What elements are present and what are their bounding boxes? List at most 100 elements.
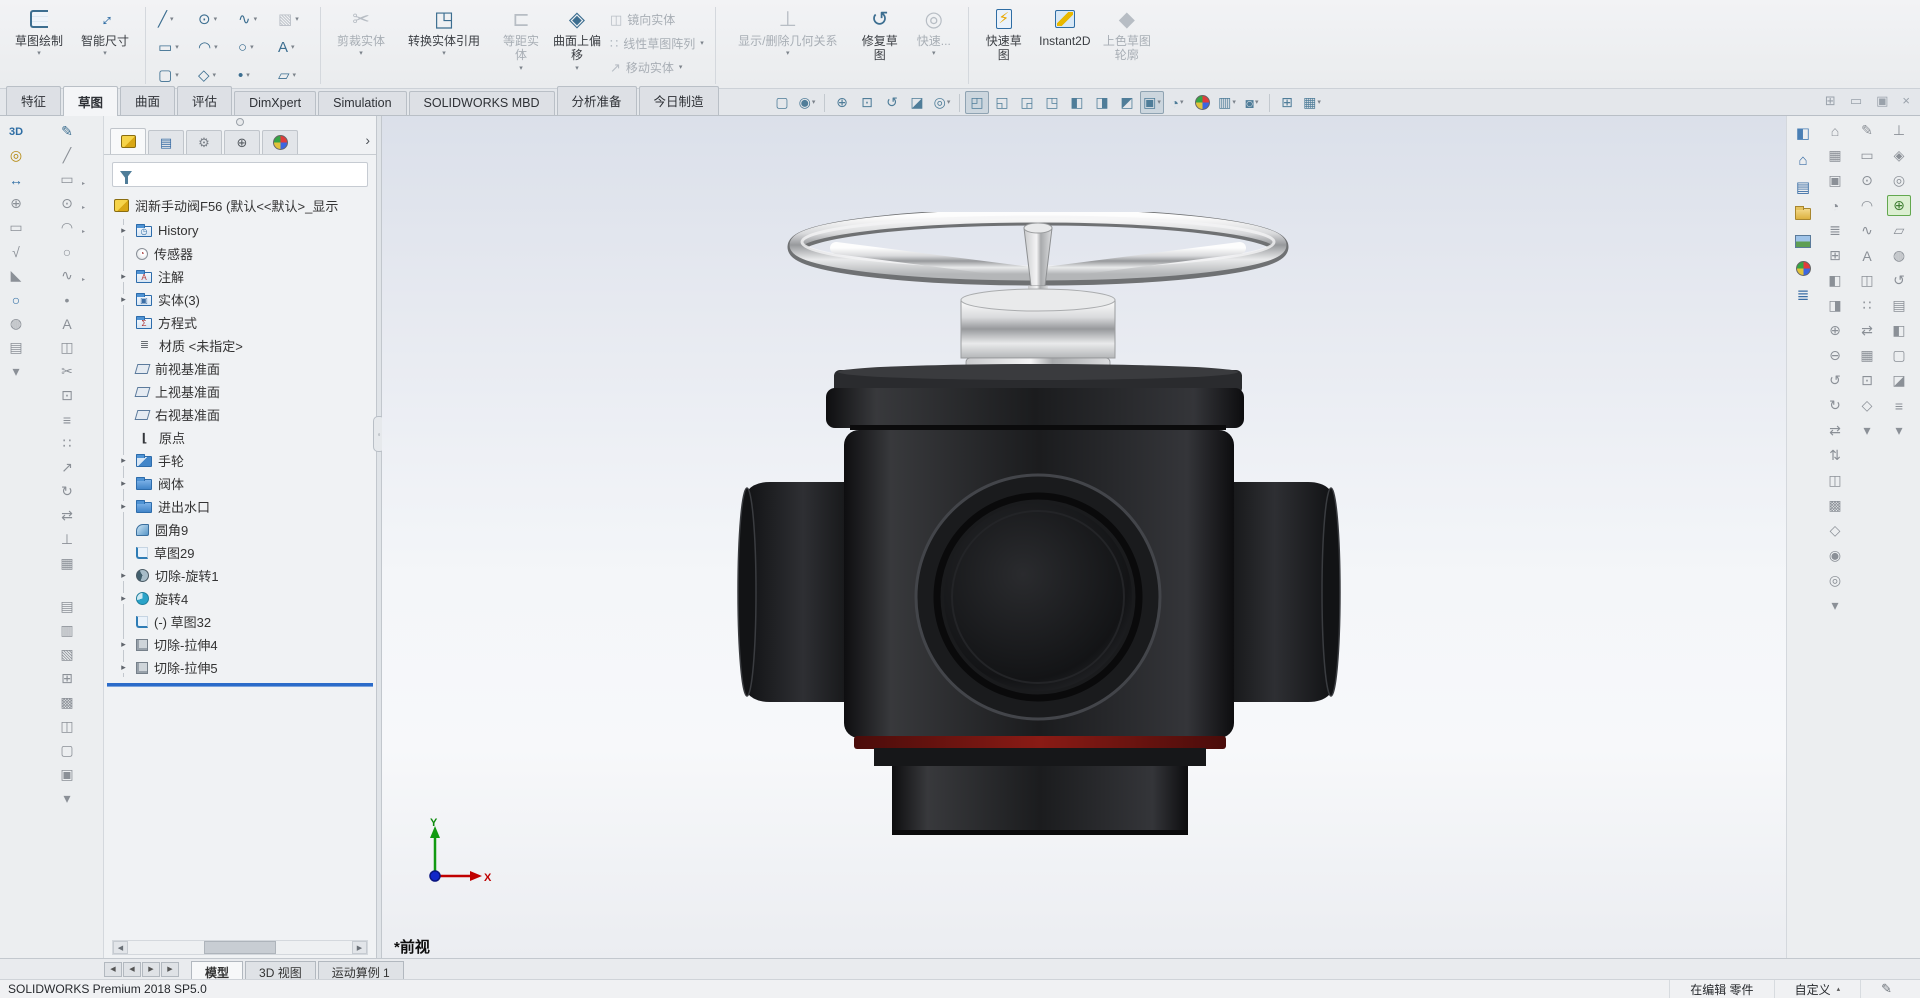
bom-table-icon[interactable]: ⊞ bbox=[55, 668, 79, 689]
more-colB-icon[interactable]: ▾ bbox=[1855, 420, 1879, 441]
featuremanager-tab[interactable] bbox=[110, 128, 146, 154]
scroll-thumb[interactable] bbox=[204, 941, 276, 954]
left-half-icon[interactable]: ◧ bbox=[1823, 270, 1847, 291]
next-sheet-icon[interactable]: ▶ bbox=[142, 962, 160, 977]
plane-filter-icon[interactable]: ▱ bbox=[1887, 220, 1911, 241]
mirror-entities-button[interactable]: ◫镜向实体 bbox=[610, 11, 704, 28]
pattern-icon[interactable]: ∷ bbox=[55, 433, 79, 454]
corner-icon[interactable]: ◪ bbox=[1887, 370, 1911, 391]
tree-item-revolve4[interactable]: ▸旋转4 bbox=[116, 587, 376, 610]
target-icon[interactable]: ◉ bbox=[1823, 545, 1847, 566]
home-resources-icon[interactable]: ⌂ bbox=[1792, 150, 1814, 170]
visibility-eye-icon[interactable]: ◉▾ bbox=[795, 91, 819, 114]
size-dimension-icon[interactable]: ↔ bbox=[4, 169, 28, 190]
back-view-icon[interactable]: ◲ bbox=[1015, 91, 1039, 114]
right-view-icon[interactable]: ◧ bbox=[1065, 91, 1089, 114]
tree-item-inlet-outlet[interactable]: ▸进出水口 bbox=[116, 495, 376, 518]
lines-icon[interactable]: ≡ bbox=[1887, 395, 1911, 416]
tab-solidworks-mbd[interactable]: SOLIDWORKS MBD bbox=[409, 91, 555, 115]
datum-target-icon[interactable]: ◍ bbox=[4, 313, 28, 334]
tab-sketch[interactable]: 草图 bbox=[63, 86, 118, 116]
table-filter-icon[interactable]: ▤ bbox=[1887, 295, 1911, 316]
grid-check-icon[interactable]: ▦ bbox=[1855, 345, 1879, 366]
panel-flyout-chevron-icon[interactable]: › bbox=[365, 132, 370, 148]
previous-view-icon[interactable]: ↺ bbox=[880, 91, 904, 114]
view-settings-icon[interactable]: ◙▾ bbox=[1240, 91, 1264, 114]
linear-sketch-pattern-button[interactable]: ∷线性草图阵列▾ bbox=[610, 35, 704, 52]
convert-entities-button[interactable]: ◳转换实体引用▾ bbox=[394, 3, 494, 88]
zoom-out-icon[interactable]: ⊖ bbox=[1823, 345, 1847, 366]
sketch-pencil-icon[interactable]: ✎ bbox=[55, 121, 79, 142]
apply-scene-icon[interactable]: ▥▾ bbox=[1215, 91, 1239, 114]
sheet-tab-model[interactable]: 模型 bbox=[191, 961, 243, 979]
snap-grid-icon[interactable]: ▦ bbox=[55, 553, 79, 574]
list-icon[interactable]: ≣ bbox=[1823, 220, 1847, 241]
front-view-icon[interactable]: ◱ bbox=[990, 91, 1014, 114]
tree-item-right-plane[interactable]: 右视基准面 bbox=[116, 403, 376, 426]
ellipse-tool-icon[interactable]: ○▾ bbox=[233, 33, 273, 61]
graphics-viewport[interactable]: Y X *前视 bbox=[382, 116, 1786, 958]
revision-table-icon[interactable]: ▧ bbox=[55, 644, 79, 665]
expand-arrow-icon[interactable]: ▸ bbox=[117, 478, 130, 489]
edit-appearance-icon[interactable] bbox=[1190, 91, 1214, 114]
offset-entities-button[interactable]: ⊏等距实体▾ bbox=[494, 3, 548, 88]
tree-item-sensors[interactable]: ◔传感器 bbox=[116, 242, 376, 265]
expand-arrow-icon[interactable]: ▸ bbox=[117, 271, 130, 282]
arc-icon[interactable]: ◠▸ bbox=[55, 217, 79, 238]
undo-view-icon[interactable]: ↺ bbox=[1823, 370, 1847, 391]
surface-finish-icon[interactable]: √ bbox=[4, 241, 28, 262]
tree-item-cut-revolve1[interactable]: ▸切除-旋转1 bbox=[116, 564, 376, 587]
zoom-in-icon[interactable]: ⊕ bbox=[1823, 320, 1847, 341]
tree-item-origin[interactable]: ⌊原点 bbox=[116, 426, 376, 449]
geometric-tolerance-icon[interactable]: ▭ bbox=[4, 217, 28, 238]
tree-item-sketch29[interactable]: 草图29 bbox=[116, 541, 376, 564]
blocks-icon[interactable]: ▢ bbox=[55, 740, 79, 761]
scroll-right-icon[interactable]: ▶ bbox=[352, 941, 367, 954]
arc-tool-icon[interactable]: ◠▾ bbox=[193, 33, 233, 61]
punch-table-icon[interactable]: ◫ bbox=[55, 716, 79, 737]
minimize-pane-icon[interactable]: ▭ bbox=[1850, 93, 1862, 109]
disc-icon[interactable]: ◍ bbox=[1887, 245, 1911, 266]
relations-check-icon[interactable]: ⊥ bbox=[1887, 120, 1911, 141]
propertymanager-tab[interactable]: ▤ bbox=[148, 130, 184, 154]
spline-icon[interactable]: ∿▸ bbox=[55, 265, 79, 286]
mirror-icon[interactable]: ◫ bbox=[55, 337, 79, 358]
relations-icon[interactable]: ⊥ bbox=[55, 529, 79, 550]
convert-icon[interactable]: ⊡ bbox=[55, 385, 79, 406]
gem-icon[interactable]: ◈ bbox=[1887, 145, 1911, 166]
scroll-left-icon[interactable]: ◀ bbox=[113, 941, 128, 954]
tab-dimxpert[interactable]: DimXpert bbox=[234, 91, 316, 115]
zoom-fit-icon[interactable]: ⊕ bbox=[830, 91, 854, 114]
tree-item-front-plane[interactable]: 前视基准面 bbox=[116, 357, 376, 380]
file-explorer-icon[interactable] bbox=[1792, 204, 1814, 224]
top-view-icon[interactable]: ◨ bbox=[1090, 91, 1114, 114]
dynamic-reference-icon[interactable]: ◎▾ bbox=[930, 91, 954, 114]
tree-item-cut-extrude5[interactable]: ▸切除-拉伸5 bbox=[116, 656, 376, 679]
sensor-tool-icon[interactable]: ◠ bbox=[1855, 195, 1879, 216]
line-icon[interactable]: ╱ bbox=[55, 145, 79, 166]
tree-item-equations[interactable]: Σ方程式 bbox=[116, 311, 376, 334]
ellipse-icon[interactable]: ○ bbox=[55, 241, 79, 262]
rectangle-icon[interactable]: ▭▸ bbox=[55, 169, 79, 190]
close-pane-icon[interactable]: × bbox=[1902, 93, 1910, 109]
instant2d-button[interactable]: Instant2D bbox=[1032, 3, 1098, 88]
expand-arrow-icon[interactable]: ▸ bbox=[117, 294, 130, 305]
configurationmanager-tab[interactable]: ⚙ bbox=[186, 130, 222, 154]
redo-view-icon[interactable]: ↻ bbox=[1823, 395, 1847, 416]
single-pane-icon[interactable]: ⊞ bbox=[1275, 91, 1299, 114]
section-props-icon[interactable]: ⊙ bbox=[1855, 170, 1879, 191]
trim-icon[interactable]: ✂ bbox=[55, 361, 79, 382]
last-sheet-icon[interactable]: ▶ bbox=[161, 962, 179, 977]
expand-arrow-icon[interactable]: ▸ bbox=[117, 455, 130, 466]
display-delete-relations-button[interactable]: ⊥显示/删除几何关系▾ bbox=[723, 3, 853, 88]
mass-props-icon[interactable]: ▭ bbox=[1855, 145, 1879, 166]
display-style-icon[interactable]: ▣▾ bbox=[1140, 91, 1164, 114]
tab-analysis-prep[interactable]: 分析准备 bbox=[557, 86, 637, 115]
restore-pane-icon[interactable]: ▣ bbox=[1876, 93, 1888, 109]
pane-options-icon[interactable]: ▦▾ bbox=[1300, 91, 1324, 114]
curvature-icon[interactable]: ∿ bbox=[1855, 220, 1879, 241]
more-tools-icon[interactable]: ▾ bbox=[55, 788, 79, 809]
symmetry-check-icon[interactable]: ◫ bbox=[1855, 270, 1879, 291]
offset-icon[interactable]: ≡ bbox=[55, 409, 79, 430]
tab-features[interactable]: 特征 bbox=[6, 86, 61, 115]
